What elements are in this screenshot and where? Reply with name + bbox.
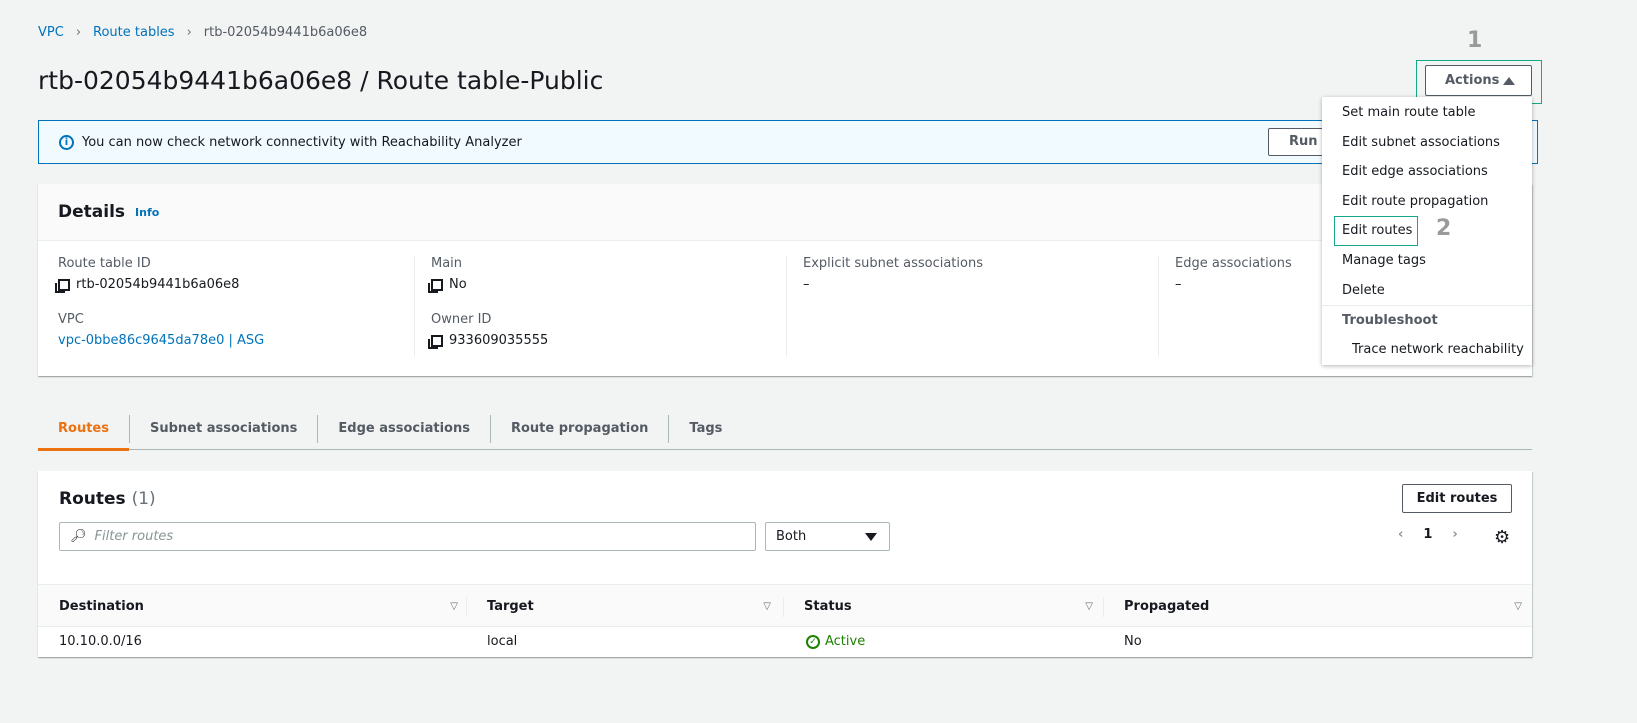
step-1-annotation: 1 — [1467, 28, 1483, 53]
menu-trace-network-reachability[interactable]: Trace network reachability — [1322, 335, 1532, 365]
highlight-edit-routes — [1334, 216, 1418, 246]
sort-icon: ▽ — [1085, 601, 1093, 612]
prev-page-icon[interactable]: ‹ — [1398, 527, 1403, 542]
route-table-id-value: rtb-02054b9441b6a06e8 — [76, 277, 240, 292]
menu-edit-route-propagation[interactable]: Edit route propagation — [1322, 187, 1532, 217]
routes-panel: Routes (1) Edit routes 🔎︎ Filter routes B… — [38, 471, 1532, 657]
info-icon: i — [59, 134, 74, 150]
main-value: No — [449, 277, 467, 292]
filter-routes-input[interactable]: 🔎︎ Filter routes — [59, 522, 756, 551]
tab-edge-associations[interactable]: Edge associations — [318, 414, 491, 443]
breadcrumb-vpc[interactable]: VPC — [38, 25, 64, 40]
sort-icon: ▽ — [450, 601, 458, 612]
cell-target: local — [487, 634, 518, 649]
routes-count: (1) — [131, 489, 156, 509]
tab-subnet-associations[interactable]: Subnet associations — [130, 414, 319, 443]
actions-button[interactable]: Actions — [1425, 65, 1532, 96]
menu-manage-tags[interactable]: Manage tags — [1322, 246, 1532, 276]
page-number[interactable]: 1 — [1423, 527, 1432, 542]
copy-icon[interactable] — [55, 278, 70, 293]
info-link[interactable]: Info — [135, 206, 159, 219]
menu-edit-edge-associations[interactable]: Edit edge associations — [1322, 157, 1532, 187]
tab-routes[interactable]: Routes — [38, 414, 130, 451]
caret-up-icon — [1503, 77, 1515, 85]
check-circle-icon: ✓ — [806, 635, 820, 649]
cell-destination: 10.10.0.0/16 — [59, 634, 142, 649]
tab-bar: Routes Subnet associations Edge associat… — [38, 408, 1532, 451]
sort-icon: ▽ — [763, 601, 771, 612]
tab-route-propagation[interactable]: Route propagation — [491, 414, 670, 443]
menu-delete[interactable]: Delete — [1322, 276, 1532, 306]
copy-icon[interactable] — [428, 334, 443, 349]
column-status[interactable]: Status ▽ — [783, 585, 1103, 628]
caret-down-icon — [865, 533, 877, 541]
pagination: ‹ 1 › — [1398, 527, 1458, 542]
chevron-right-icon: › — [186, 25, 192, 40]
routes-title: Routes (1) — [59, 489, 156, 509]
menu-set-main-route-table[interactable]: Set main route table — [1322, 98, 1532, 128]
banner-text: You can now check network connectivity w… — [82, 134, 522, 150]
search-icon: 🔎︎ — [70, 529, 87, 544]
cell-status: ✓ Active — [785, 627, 865, 657]
vpc-link[interactable]: vpc-0bbe86c9645da78e0 | ASG — [58, 333, 264, 348]
sort-icon: ▽ — [1514, 601, 1522, 612]
menu-section-troubleshoot: Troubleshoot — [1322, 305, 1532, 335]
table-header: Destination ▽ Target ▽ Status ▽ Propagated ▽ — [38, 584, 1532, 627]
explicit-subnet-value: – — [803, 277, 810, 292]
vpc-label: VPC — [58, 312, 84, 327]
menu-edit-subnet-associations[interactable]: Edit subnet associations — [1322, 128, 1532, 158]
step-2-annotation: 2 — [1436, 216, 1452, 241]
chevron-right-icon: › — [75, 25, 82, 40]
main-label: Main — [431, 256, 463, 271]
cell-propagated: No — [1124, 634, 1142, 649]
details-panel: Details Info Route table ID rtb-02054b944… — [38, 184, 1532, 376]
page-title: rtb-02054b9441b6a06e8 / Route table-Publ… — [38, 66, 604, 95]
gear-icon[interactable]: ⚙ — [1494, 527, 1510, 548]
copy-icon[interactable] — [428, 278, 443, 293]
explicit-subnet-label: Explicit subnet associations — [803, 256, 983, 271]
edit-routes-button[interactable]: Edit routes — [1402, 484, 1512, 513]
next-page-icon[interactable]: › — [1452, 527, 1457, 542]
tab-tags[interactable]: Tags — [669, 415, 742, 443]
owner-id-label: Owner ID — [431, 312, 492, 327]
breadcrumb-current: rtb-02054b9441b6a06e8 — [203, 25, 368, 40]
route-table-id-label: Route table ID — [58, 256, 151, 271]
select-value: Both — [776, 529, 807, 544]
route-type-select[interactable]: Both — [765, 522, 890, 551]
owner-id-value: 933609035555 — [449, 333, 549, 348]
breadcrumb-route-tables[interactable]: Route tables — [93, 25, 175, 40]
filter-placeholder: Filter routes — [94, 529, 174, 544]
breadcrumb: VPC › Route tables › rtb-02054b9441b6a06… — [38, 25, 367, 40]
details-title: Details — [58, 202, 126, 222]
column-propagated[interactable]: Propagated ▽ — [1103, 585, 1532, 628]
column-destination[interactable]: Destination ▽ — [38, 585, 468, 628]
column-target[interactable]: Target ▽ — [466, 585, 781, 628]
